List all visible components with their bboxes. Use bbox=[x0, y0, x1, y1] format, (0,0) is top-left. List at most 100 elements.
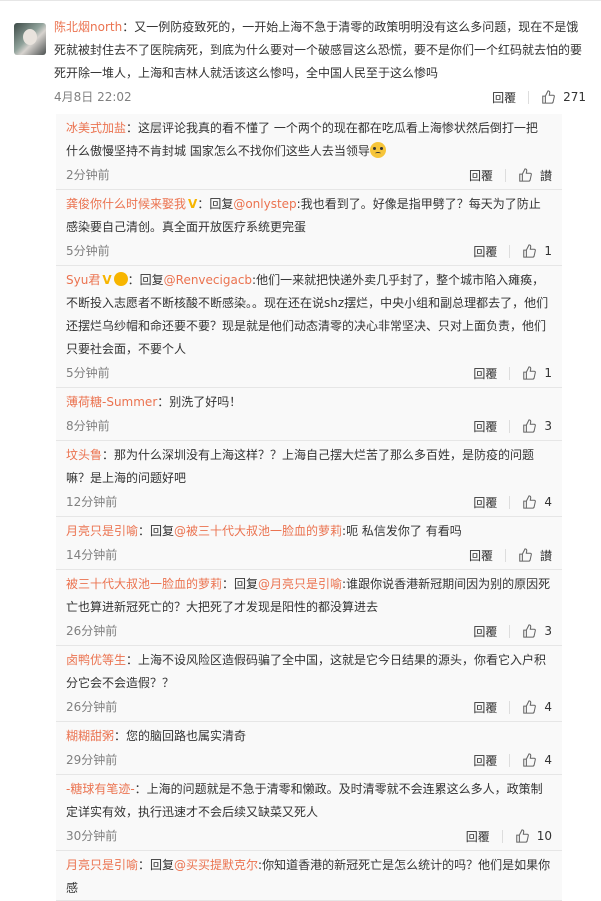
reply-username[interactable]: 卤鸭优等生 bbox=[66, 653, 126, 667]
action-divider bbox=[528, 90, 530, 104]
like-button[interactable]: 271 bbox=[541, 90, 586, 104]
reply-content: ：别洗了好吗！ bbox=[157, 395, 242, 409]
reply-content: ：回复 bbox=[138, 524, 175, 538]
reply-text: 龚俊你什么时候来娶我 V：回复@onlystep:我也看到了。好像是指甲劈了？每天… bbox=[66, 190, 552, 239]
like-button[interactable]: 1 bbox=[522, 244, 552, 258]
reply-meta: 5分钟前 回覆 1 bbox=[66, 239, 552, 265]
reply-time: 26分钟前 bbox=[66, 700, 118, 714]
thumbs-up-icon bbox=[523, 366, 537, 380]
reply-text: 月亮只是引喻：回复@买买提默克尔:你知道香港的新冠死亡是怎么统计的吗？他们是如果… bbox=[66, 851, 552, 900]
reply-username[interactable]: 月亮只是引喻 bbox=[66, 858, 138, 872]
like-button[interactable]: 讃 bbox=[518, 547, 552, 564]
reply-button[interactable]: 回覆 bbox=[473, 243, 497, 260]
reply-time: 29分钟前 bbox=[66, 753, 118, 767]
comment-username[interactable]: 陈北烟north bbox=[54, 20, 122, 34]
reply-content: ：上海不设风险区造假码骗了全中国，这就是它今日结果的源头，你看它入户积分它会不会… bbox=[66, 653, 547, 690]
reply-time: 5分钟前 bbox=[66, 244, 110, 258]
like-button[interactable]: 4 bbox=[522, 753, 552, 767]
reply-username[interactable]: Syu君 bbox=[66, 273, 100, 287]
reply-button[interactable]: 回覆 bbox=[492, 89, 516, 106]
reply-button[interactable]: 回覆 bbox=[469, 547, 493, 564]
comment-content: ：又一例防疫致死的，一开始上海不急于清零的政策明明没有这么多问题，现在不是饿死就… bbox=[54, 20, 583, 80]
reply-button[interactable]: 回覆 bbox=[469, 167, 493, 184]
like-button[interactable]: 讃 bbox=[518, 167, 552, 184]
reply-username[interactable]: 月亮只是引喻 bbox=[66, 524, 138, 538]
comment-text: 陈北烟north：又一例防疫致死的，一开始上海不急于清零的政策明明没有这么多问题… bbox=[54, 16, 586, 85]
reply-username[interactable]: 薄荷糖-Summer bbox=[66, 395, 157, 409]
reply-actions: 回覆 讃 bbox=[469, 163, 552, 187]
emoji-blush-icon bbox=[369, 142, 386, 158]
mention-link[interactable]: @月亮只是引喻 bbox=[258, 577, 342, 591]
like-count: 4 bbox=[544, 495, 552, 509]
reply-time: 26分钟前 bbox=[66, 624, 118, 638]
reply-actions: 回覆 10 bbox=[466, 824, 552, 848]
reply-content: ：回复 bbox=[197, 197, 234, 211]
reply-content: ：这层评论我真的看不懂了 一个两个的现在都在吃瓜看上海惨状然后倒打一把 什么傲慢… bbox=[66, 121, 538, 158]
reply-button[interactable]: 回覆 bbox=[473, 623, 497, 640]
reply-button[interactable]: 回覆 bbox=[473, 494, 497, 511]
reply-button[interactable]: 回覆 bbox=[473, 418, 497, 435]
like-button[interactable]: 3 bbox=[522, 624, 552, 638]
like-count: 1 bbox=[544, 366, 552, 380]
like-button[interactable]: 3 bbox=[522, 419, 552, 433]
reply-text: 薄荷糖-Summer：别洗了好吗！ bbox=[66, 388, 552, 414]
reply-text: 月亮只是引喻：回复@被三十代大叔池一脸血的萝莉:呃 私信发你了 有看吗 bbox=[66, 517, 552, 543]
reply-text: -糖球有笔迹-：上海的问题就是不急于清零和懒政。及时清零就不会连累这么多人，政策… bbox=[66, 775, 552, 824]
reply-username[interactable]: -糖球有笔迹- bbox=[66, 782, 135, 796]
like-count: 4 bbox=[544, 700, 552, 714]
action-divider bbox=[509, 495, 511, 509]
thumbs-up-icon bbox=[523, 624, 537, 638]
mention-link[interactable]: @Renvecigacb bbox=[164, 273, 252, 287]
reply-item: 月亮只是引喻：回复@被三十代大叔池一脸血的萝莉:呃 私信发你了 有看吗 14分钟前… bbox=[56, 517, 562, 570]
like-button[interactable]: 4 bbox=[522, 700, 552, 714]
thumbs-up-icon bbox=[523, 495, 537, 509]
avatar[interactable] bbox=[14, 23, 46, 55]
reply-text: 糊糊甜粥：您的脑回路也属实清奇 bbox=[66, 722, 552, 748]
reply-actions: 回覆 4 bbox=[473, 748, 552, 772]
reply-content: ：回复 bbox=[138, 858, 175, 872]
action-divider bbox=[509, 624, 511, 638]
mention-link[interactable]: @买买提默克尔 bbox=[174, 858, 258, 872]
reply-username[interactable]: 糊糊甜粥 bbox=[66, 729, 114, 743]
reply-button[interactable]: 回覆 bbox=[473, 699, 497, 716]
like-button[interactable]: 1 bbox=[522, 366, 552, 380]
like-count: 3 bbox=[544, 419, 552, 433]
mention-link[interactable]: @被三十代大叔池一脸血的萝莉 bbox=[174, 524, 342, 538]
reply-text: 冰美式加盐：这层评论我真的看不懂了 一个两个的现在都在吃瓜看上海惨状然后倒打一把… bbox=[66, 114, 552, 163]
reply-meta: 26分钟前 回覆 4 bbox=[66, 695, 552, 721]
action-divider bbox=[504, 168, 506, 182]
reply-username[interactable]: 冰美式加盐 bbox=[66, 121, 126, 135]
reply-content: ：回复 bbox=[127, 273, 164, 287]
thumbs-up-icon bbox=[542, 90, 555, 104]
reply-actions: 回覆 4 bbox=[473, 490, 552, 514]
reply-item: 冰美式加盐：这层评论我真的看不懂了 一个两个的现在都在吃瓜看上海惨状然后倒打一把… bbox=[56, 114, 562, 190]
mention-link[interactable]: @onlystep bbox=[233, 197, 296, 211]
reply-button[interactable]: 回覆 bbox=[473, 752, 497, 769]
reply-username[interactable]: 龚俊你什么时候来娶我 bbox=[66, 197, 186, 211]
action-divider bbox=[509, 366, 511, 380]
reply-item: Syu君 V ：回复@Renvecigacb:他们一来就把快递外卖几乎封了，整个城市… bbox=[56, 266, 562, 388]
comment-meta: 4月8日 22:02 回覆 271 bbox=[54, 85, 586, 109]
reply-button[interactable]: 回覆 bbox=[466, 828, 490, 845]
reply-actions: 回覆 讃 bbox=[469, 543, 552, 567]
reply-list: 冰美式加盐：这层评论我真的看不懂了 一个两个的现在都在吃瓜看上海惨状然后倒打一把… bbox=[56, 114, 562, 901]
reply-username[interactable]: 被三十代大叔池一脸血的萝莉 bbox=[66, 577, 222, 591]
like-count: 讃 bbox=[539, 548, 552, 563]
like-button[interactable]: 4 bbox=[522, 495, 552, 509]
thumbs-up-icon bbox=[523, 753, 537, 767]
reply-time: 5分钟前 bbox=[66, 366, 110, 380]
reply-meta: 30分钟前 回覆 10 bbox=[66, 824, 552, 850]
action-divider bbox=[501, 829, 503, 843]
reply-username[interactable]: 坟头鲁 bbox=[66, 448, 102, 462]
reply-meta: 29分钟前 回覆 4 bbox=[66, 748, 552, 774]
reply-time: 14分钟前 bbox=[66, 548, 118, 562]
reply-time: 12分钟前 bbox=[66, 495, 118, 509]
like-button[interactable]: 10 bbox=[515, 829, 552, 843]
action-divider bbox=[504, 548, 506, 562]
main-comment-body: 陈北烟north：又一例防疫致死的，一开始上海不急于清零的政策明明没有这么多问题… bbox=[54, 16, 586, 109]
reply-button[interactable]: 回覆 bbox=[473, 365, 497, 382]
thumbs-up-icon bbox=[523, 700, 537, 714]
reply-meta: 26分钟前 回覆 3 bbox=[66, 619, 552, 645]
reply-item: 龚俊你什么时候来娶我 V：回复@onlystep:我也看到了。好像是指甲劈了？每天… bbox=[56, 190, 562, 266]
action-divider bbox=[509, 419, 511, 433]
